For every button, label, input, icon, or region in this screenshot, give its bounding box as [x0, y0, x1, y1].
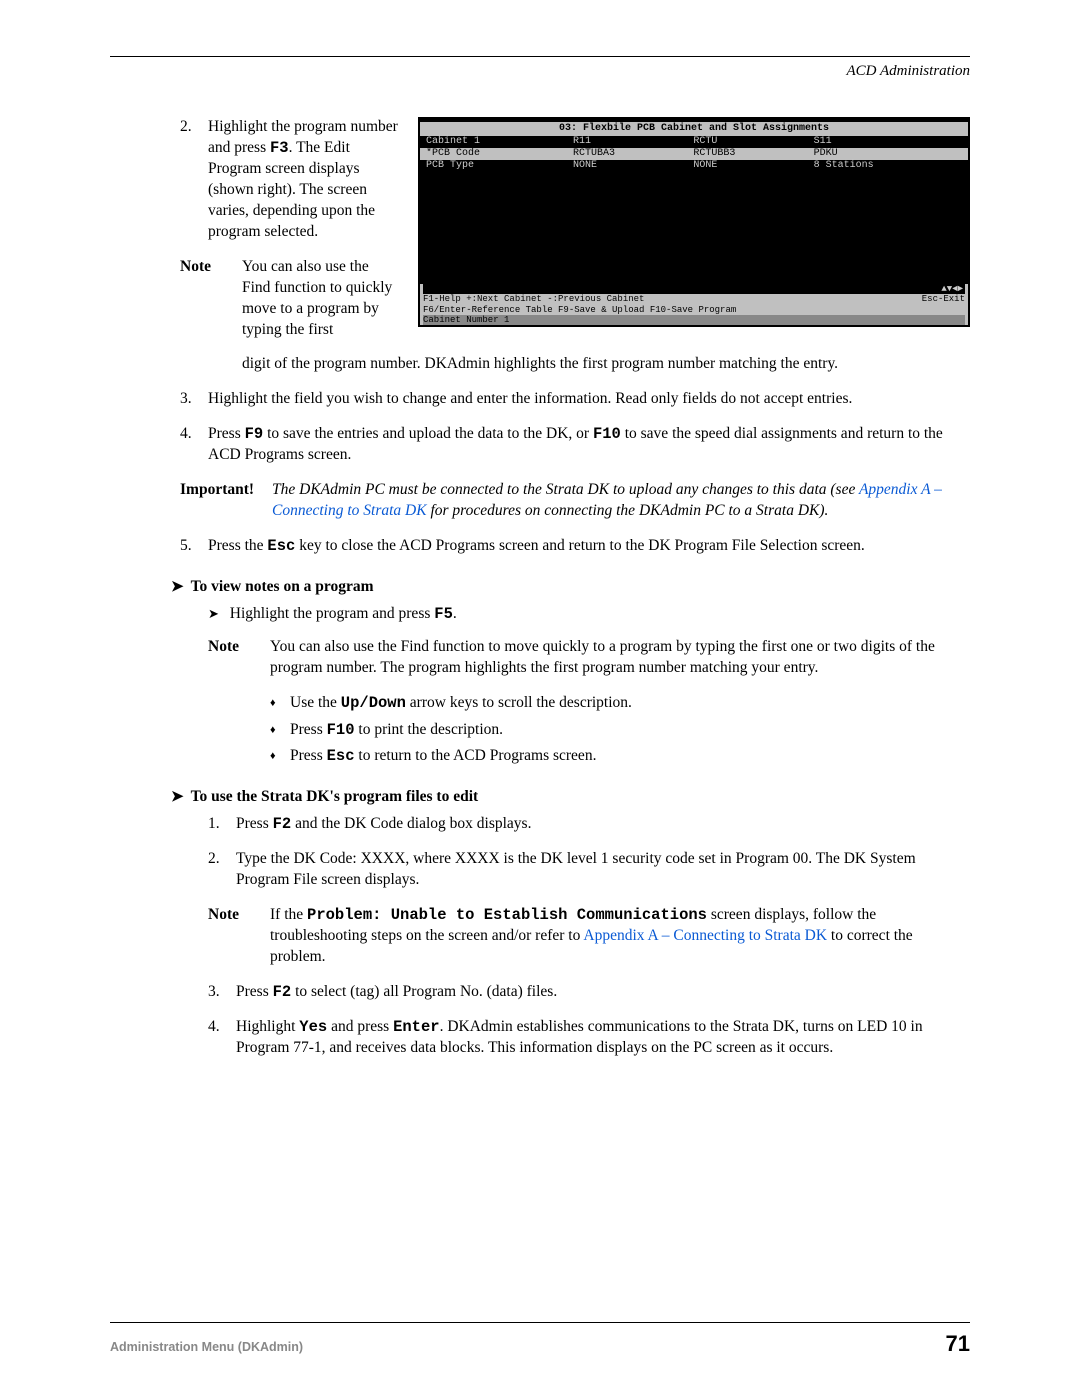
use-step-2-text: Type the DK Code: XXXX, where XXXX is th…: [236, 849, 970, 891]
page-number: 71: [946, 1329, 970, 1359]
heading-view-notes: To view notes on a program: [171, 577, 970, 598]
key-f5: F5: [434, 605, 453, 623]
step-5-number: 5.: [180, 536, 208, 557]
use-step-3-number: 3.: [208, 982, 236, 1003]
important-text: The DKAdmin PC must be connected to the …: [272, 480, 970, 522]
step-2-number: 2.: [180, 117, 208, 243]
step-3-number: 3.: [180, 389, 208, 410]
screenshot-title: 03: Flexbile PCB Cabinet and Slot Assign…: [420, 122, 968, 136]
footer-title: Administration Menu (DKAdmin): [110, 1339, 303, 1356]
key-f10: F10: [593, 425, 621, 443]
key-f2-2: F2: [273, 983, 292, 1001]
bullet-f10-print: Press F10 to print the description.: [270, 720, 970, 741]
note-1-text: You can also use the Find function to qu…: [242, 257, 400, 341]
note-2-label: Note: [208, 637, 270, 679]
use-step-3-text: Press F2 to select (tag) all Program No.…: [236, 982, 970, 1003]
screenshot-table: Cabinet 1 R11 RCTU S11 *PCB Code RCTUBA3…: [420, 136, 968, 171]
note-1-label: Note: [180, 257, 242, 341]
important-label: Important!: [180, 480, 272, 522]
use-step-1-number: 1.: [208, 814, 236, 835]
screenshot-footer: ▲▼◄► F1-Help +:Next Cabinet -:Previous C…: [420, 284, 968, 325]
key-f9: F9: [245, 425, 264, 443]
header-rule: [110, 56, 970, 57]
edit-program-screenshot: 03: Flexbile PCB Cabinet and Slot Assign…: [418, 117, 970, 327]
step-4-number: 4.: [180, 424, 208, 466]
bullet-esc-return: Press Esc to return to the ACD Programs …: [270, 746, 970, 767]
use-step-4-text: Highlight Yes and press Enter. DKAdmin e…: [236, 1017, 970, 1059]
problem-text: Problem: Unable to Establish Communicati…: [307, 906, 707, 924]
key-yes: Yes: [299, 1018, 327, 1036]
bullet-updown: Use the Up/Down arrow keys to scroll the…: [270, 693, 970, 714]
key-updown: Up/Down: [341, 694, 406, 712]
heading-use-strata: To use the Strata DK's program files to …: [171, 787, 970, 808]
step-2-text: Highlight the program number and press F…: [208, 117, 400, 243]
note-3-label: Note: [208, 905, 270, 968]
note-1-continuation: digit of the program number. DKAdmin hig…: [242, 354, 970, 375]
header-title: ACD Administration: [110, 61, 970, 81]
step-5-text: Press the Esc key to close the ACD Progr…: [208, 536, 970, 557]
use-step-1-text: Press F2 and the DK Code dialog box disp…: [236, 814, 970, 835]
key-f2: F2: [273, 815, 292, 833]
use-step-2-number: 2.: [208, 849, 236, 891]
key-f3: F3: [270, 139, 289, 157]
step-3-text: Highlight the field you wish to change a…: [208, 389, 970, 410]
appendix-a-link-2[interactable]: Appendix A – Connecting to Strata DK: [583, 927, 827, 944]
sub-view-step: Highlight the program and press F5.: [208, 604, 970, 625]
use-step-4-number: 4.: [208, 1017, 236, 1059]
key-enter: Enter: [393, 1018, 440, 1036]
key-f10-2: F10: [327, 721, 355, 739]
key-esc: Esc: [267, 537, 295, 555]
note-3-text: If the Problem: Unable to Establish Comm…: [270, 905, 970, 968]
step-4-text: Press F9 to save the entries and upload …: [208, 424, 970, 466]
note-2-text: You can also use the Find function to mo…: [270, 637, 970, 679]
key-esc-2: Esc: [327, 747, 355, 765]
